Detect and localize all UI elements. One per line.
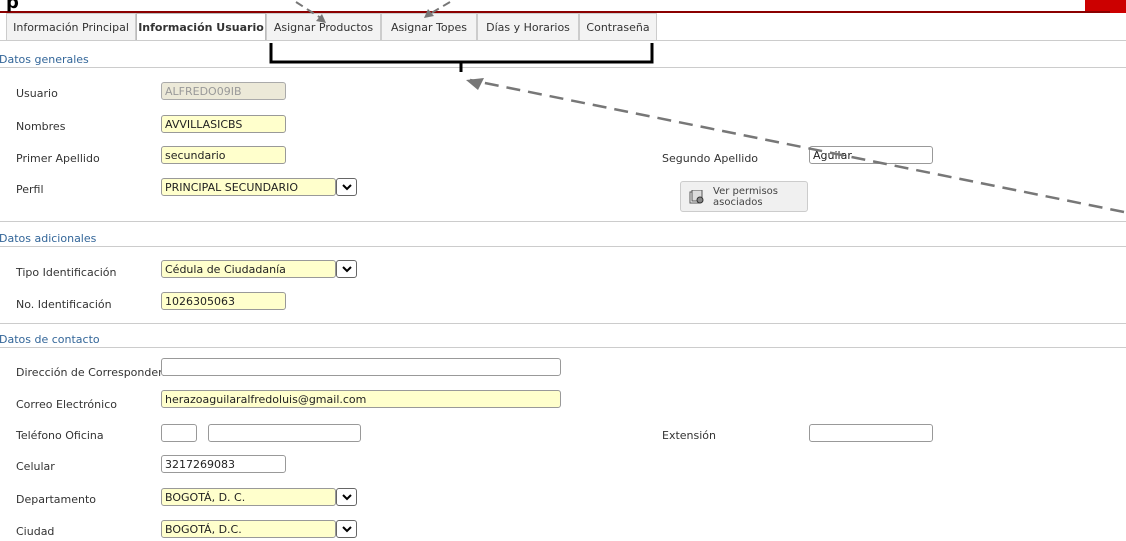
tab-bar: Información Principal Información Usuari…: [6, 13, 657, 41]
chevron-down-icon[interactable]: [336, 520, 357, 538]
tab-informacion-usuario[interactable]: Información Usuario: [136, 13, 266, 41]
perfil-select[interactable]: PRINCIPAL SECUNDARIO: [161, 178, 357, 196]
primer-apellido-input[interactable]: secundario: [161, 146, 286, 164]
direccion-input[interactable]: [161, 358, 561, 376]
section-title: Datos generales: [0, 53, 89, 66]
extension-input[interactable]: [809, 424, 933, 442]
chevron-down-icon[interactable]: [336, 178, 357, 196]
section-title: Datos adicionales: [0, 232, 97, 245]
primer-apellido-label: Primer Apellido: [16, 152, 100, 165]
tipo-identificacion-value: Cédula de Ciudadanía: [165, 263, 286, 276]
perfil-label: Perfil: [16, 183, 44, 196]
tab-asignar-productos[interactable]: Asignar Productos: [266, 13, 381, 40]
usuario-input: ALFREDO09IB: [161, 82, 286, 100]
segundo-apellido-input[interactable]: Aguilar: [809, 146, 933, 164]
nombres-label: Nombres: [16, 120, 66, 133]
section-datos-contacto: Datos de contacto: [0, 331, 1126, 348]
top-bar: [0, 0, 1126, 13]
arrow-head-icon: [466, 78, 484, 90]
extension-label: Extensión: [662, 429, 717, 442]
correo-label: Correo Electrónico: [16, 398, 117, 411]
direccion-label: Dirección de Correspondencia: [16, 366, 181, 379]
departamento-select[interactable]: BOGOTÁ, D. C.: [161, 488, 357, 506]
permissions-icon: [689, 189, 705, 204]
tab-underline: [0, 40, 1126, 41]
departamento-value: BOGOTÁ, D. C.: [165, 491, 246, 504]
tipo-identificacion-label: Tipo Identificación: [16, 266, 117, 279]
usuario-label: Usuario: [16, 87, 58, 100]
tipo-identificacion-select[interactable]: Cédula de Ciudadanía: [161, 260, 357, 278]
ciudad-value: BOGOTÁ, D.C.: [165, 523, 242, 536]
segundo-apellido-label: Segundo Apellido: [662, 152, 759, 165]
ciudad-label: Ciudad: [16, 525, 55, 538]
departamento-label: Departamento: [16, 493, 97, 506]
tab-contrasena[interactable]: Contraseña: [579, 13, 657, 40]
tab-informacion-principal[interactable]: Información Principal: [6, 13, 136, 40]
section-datos-generales: Datos generales: [0, 51, 1126, 68]
correo-input[interactable]: herazoaguilaralfredoluis@gmail.com: [161, 390, 561, 408]
section-title: Datos de contacto: [0, 333, 100, 346]
telefono-oficina-input[interactable]: [208, 424, 361, 442]
no-identificacion-input[interactable]: 1026305063: [161, 292, 286, 310]
divider: [0, 221, 1126, 222]
ver-permisos-button[interactable]: Ver permisos asociados: [680, 181, 808, 212]
telefono-indicativo-input[interactable]: [161, 424, 197, 442]
celular-label: Celular: [16, 460, 55, 473]
ciudad-select[interactable]: BOGOTÁ, D.C.: [161, 520, 357, 538]
tab-asignar-topes[interactable]: Asignar Topes: [381, 13, 477, 40]
celular-input[interactable]: 3217269083: [161, 455, 286, 473]
perfil-select-value: PRINCIPAL SECUNDARIO: [165, 181, 298, 194]
top-text: p: [6, 0, 19, 13]
ver-permisos-label: Ver permisos asociados: [713, 185, 778, 208]
tab-dias-horarios[interactable]: Días y Horarios: [477, 13, 579, 40]
divider: [0, 323, 1126, 324]
no-identificacion-label: No. Identificación: [16, 298, 112, 311]
chevron-down-icon[interactable]: [336, 488, 357, 506]
section-datos-adicionales: Datos adicionales: [0, 230, 1126, 247]
telefono-oficina-label: Teléfono Oficina: [16, 429, 104, 442]
nombres-input[interactable]: AVVILLASICBS: [161, 115, 286, 133]
chevron-down-icon[interactable]: [336, 260, 357, 278]
